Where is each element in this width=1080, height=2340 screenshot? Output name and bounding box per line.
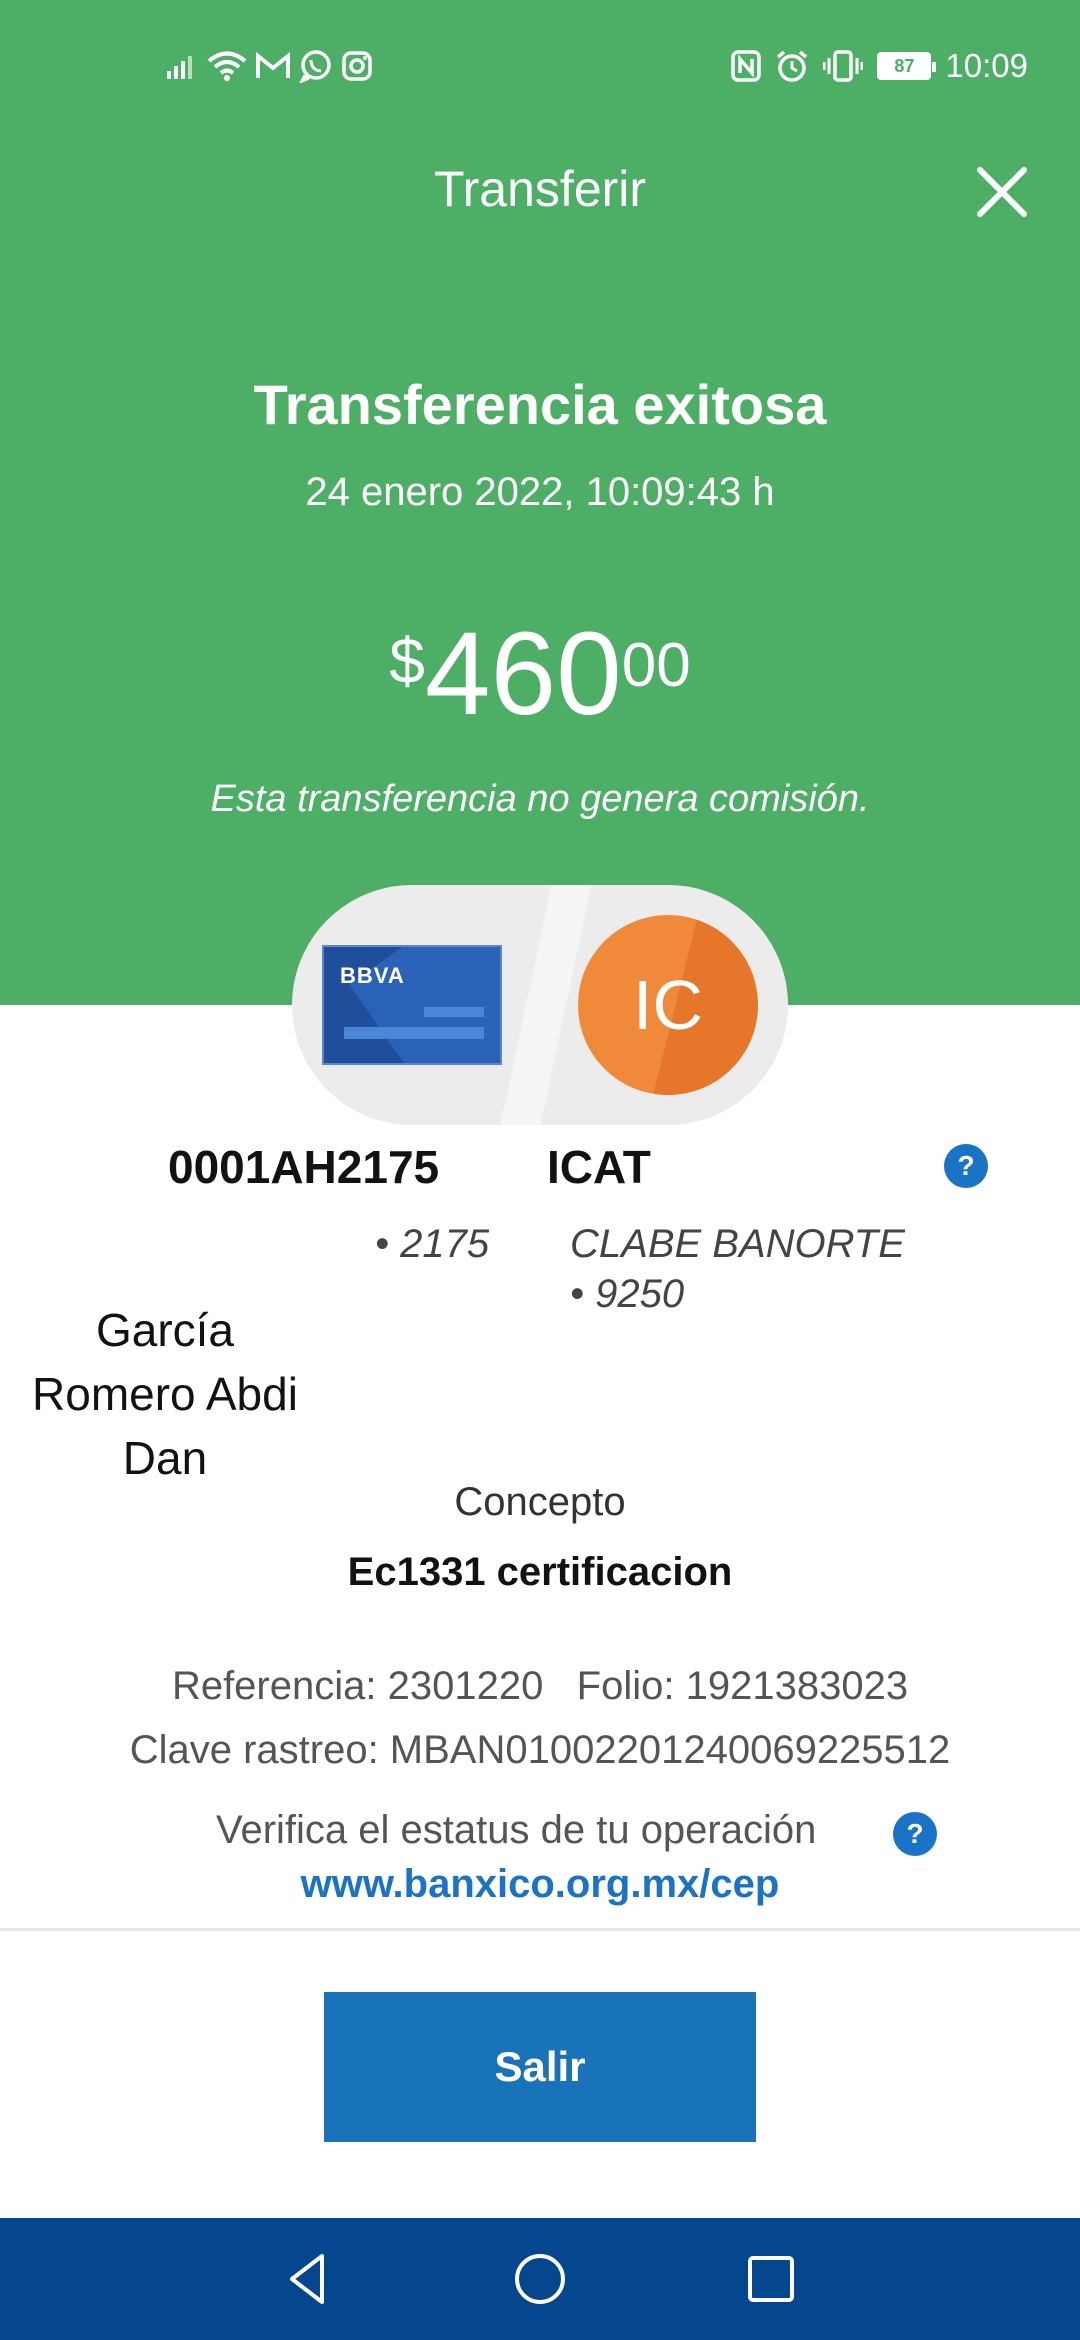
amount-decimals: 00	[621, 631, 691, 700]
signal-icon	[167, 56, 192, 79]
gmail-icon	[256, 51, 290, 78]
battery-level: 87	[894, 55, 915, 76]
wifi-icon	[207, 51, 247, 81]
folio: Folio: 1921383023	[576, 1664, 909, 1708]
nav-recents-button[interactable]	[740, 2248, 802, 2310]
reference-folio-row: Referencia: 2301220 Folio: 1921383023	[0, 1664, 1080, 1709]
origin-holder-name: García Romero Abdi Dan	[32, 1304, 298, 1484]
verify-status-text: Verifica el estatus de tu operación	[216, 1808, 817, 1852]
instagram-icon	[342, 51, 372, 81]
verify-help-icon[interactable]: ?	[893, 1812, 937, 1856]
avatar-initials: IC	[633, 966, 703, 1044]
status-time: 10:09	[945, 47, 1028, 84]
amount-integer: 460	[424, 608, 622, 740]
help-icon[interactable]: ?	[944, 1144, 988, 1188]
system-navigation-bar	[0, 2218, 1080, 2340]
destination-last-digits: • 9250	[570, 1272, 685, 1316]
card-stripe	[344, 1027, 484, 1039]
transfer-datetime: 24 enero 2022, 10:09:43 h	[305, 470, 775, 514]
concept-label: Concepto	[454, 1480, 626, 1524]
banxico-link[interactable]: www.banxico.org.mx/cep	[0, 1862, 1080, 1907]
amount-currency: $	[389, 625, 425, 697]
success-title: Transferencia exitosa	[253, 373, 827, 436]
status-left-icons	[165, 46, 373, 86]
recents-icon	[748, 2256, 794, 2302]
alarm-icon	[777, 50, 808, 82]
origin-account-number: 0001AH2175	[168, 1141, 440, 1193]
close-icon	[977, 167, 1027, 217]
destination-name: ICAT	[547, 1141, 651, 1193]
vibrate-icon	[823, 50, 864, 82]
destination-bank: CLABE BANORTE	[570, 1222, 905, 1266]
commission-note: Esta transferencia no genera comisión.	[210, 778, 870, 820]
card-brand: BBVA	[340, 963, 405, 988]
battery-icon: 87	[877, 52, 937, 80]
exit-button[interactable]: Salir	[324, 1992, 756, 2142]
home-icon	[515, 2254, 565, 2304]
transfer-amount: $46000	[0, 615, 1080, 733]
nav-back-button[interactable]	[278, 2248, 340, 2310]
status-bar: 87 10:09	[0, 0, 1080, 135]
nav-home-button[interactable]	[509, 2248, 571, 2310]
close-button[interactable]	[970, 160, 1034, 224]
page-title: Transferir	[433, 161, 647, 217]
nfc-icon	[731, 50, 762, 82]
concept-value: Ec1331 certificacion	[347, 1550, 733, 1594]
card-stripe	[424, 1007, 484, 1017]
whatsapp-icon	[299, 50, 331, 83]
tracking-key: Clave rastreo: MBAN01002201240069225512	[129, 1728, 951, 1772]
back-icon	[290, 2254, 324, 2304]
origin-card-image: BBVA	[322, 945, 502, 1065]
reference: Referencia: 2301220	[171, 1664, 544, 1708]
destination-avatar: IC	[578, 915, 758, 1095]
origin-last-digits: • 2175	[375, 1222, 490, 1266]
transfer-accounts-pill: BBVA IC	[292, 885, 788, 1125]
status-right-icons: 87 10:09	[731, 46, 1028, 86]
divider	[0, 1928, 1080, 1931]
